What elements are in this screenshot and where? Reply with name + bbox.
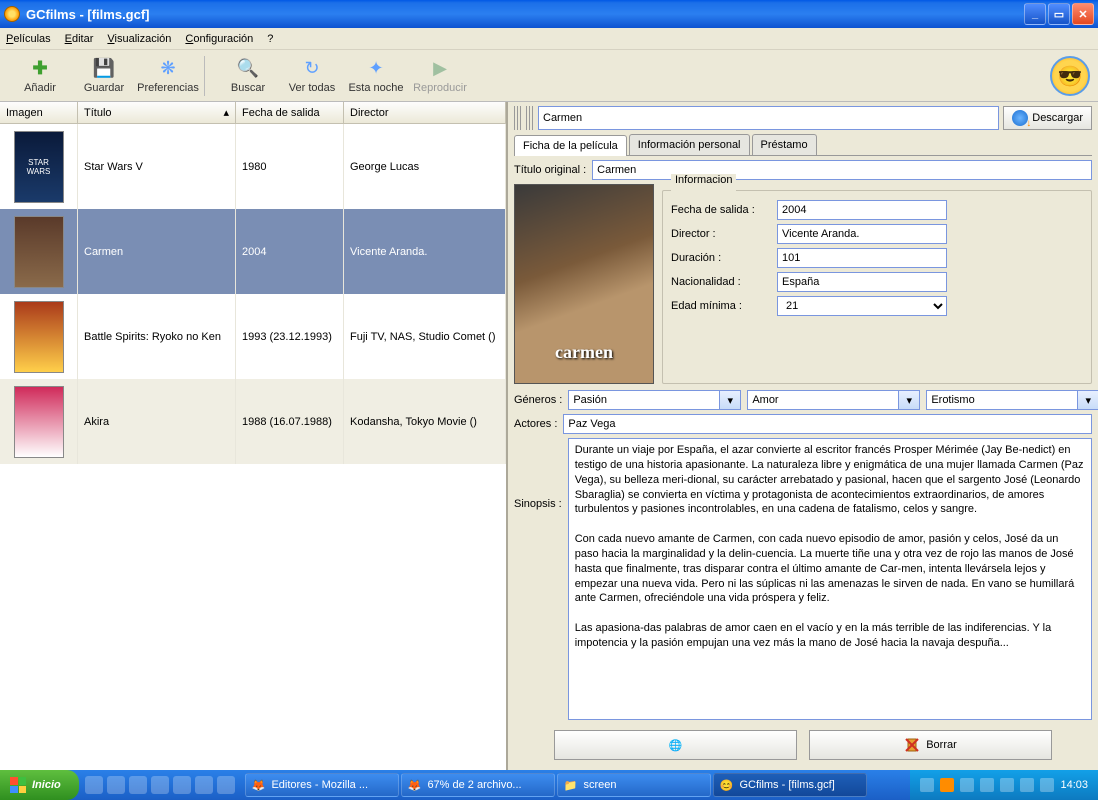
tab-personal[interactable]: Información personal — [629, 134, 750, 155]
table-row[interactable]: Akira 1988 (16.07.1988) Kodansha, Tokyo … — [0, 379, 506, 464]
quick-launch — [79, 776, 241, 794]
director-input[interactable] — [777, 224, 947, 244]
chevron-down-icon[interactable]: ▾ — [1077, 390, 1098, 410]
thumbnail — [14, 386, 64, 458]
col-titulo[interactable]: Título▴ — [78, 102, 236, 123]
label-titulo-original: Título original : — [514, 164, 586, 176]
save-button[interactable]: 💾Guardar — [72, 53, 136, 99]
add-button[interactable]: ✚Añadir — [8, 53, 72, 99]
search-icon: 🔍 — [237, 58, 259, 80]
film-title-input[interactable] — [538, 106, 999, 130]
smiley-icon: 😎 — [1050, 56, 1090, 96]
tray-icon[interactable] — [940, 778, 954, 792]
prefs-button[interactable]: ❋Preferencias — [136, 53, 200, 99]
grip-icon[interactable] — [514, 106, 522, 130]
start-button[interactable]: Inicio — [0, 770, 79, 800]
play-icon: ▶ — [433, 58, 447, 80]
menu-visualizacion[interactable]: Visualización — [107, 33, 171, 45]
tray-icon[interactable] — [1040, 778, 1054, 792]
chevron-down-icon[interactable]: ▾ — [719, 390, 741, 410]
table-row[interactable]: STAR WARS Star Wars V 1980 George Lucas — [0, 124, 506, 209]
close-button[interactable]: ✕ — [1072, 3, 1094, 25]
table-body[interactable]: STAR WARS Star Wars V 1980 George Lucas … — [0, 124, 506, 770]
ql-icon[interactable] — [217, 776, 235, 794]
sort-asc-icon: ▴ — [223, 106, 229, 119]
nacionalidad-input[interactable] — [777, 272, 947, 292]
table-row[interactable]: Carmen 2004 Vicente Aranda. — [0, 209, 506, 294]
maximize-button[interactable]: ▭ — [1048, 3, 1070, 25]
tab-ficha[interactable]: Ficha de la película — [514, 135, 627, 156]
borrar-button[interactable]: Borrar — [809, 730, 1052, 760]
delete-icon — [904, 737, 920, 753]
view-all-button[interactable]: ↻Ver todas — [280, 53, 344, 99]
system-tray: 14:03 — [910, 770, 1098, 800]
titulo-original-input[interactable] — [592, 160, 1092, 180]
tray-icon[interactable] — [960, 778, 974, 792]
search-button[interactable]: 🔍Buscar — [216, 53, 280, 99]
ql-icon[interactable] — [85, 776, 103, 794]
film-list-pane: Imagen Título▴ Fecha de salida Director … — [0, 102, 508, 770]
ql-icon[interactable] — [107, 776, 125, 794]
tonight-button[interactable]: ✦Esta noche — [344, 53, 408, 99]
thumbnail — [14, 301, 64, 373]
edad-select[interactable]: 21 — [777, 296, 947, 316]
web-button[interactable]: 🌐 — [554, 730, 797, 760]
tray-icon[interactable] — [980, 778, 994, 792]
taskbar: Inicio 🦊Editores - Mozilla ... 🦊67% de 2… — [0, 770, 1098, 800]
menu-editar[interactable]: Editar — [65, 33, 94, 45]
menu-bar: Películas Editar Visualización Configura… — [0, 28, 1098, 50]
thumbnail: STAR WARS — [14, 131, 64, 203]
play-button[interactable]: ▶Reproducir — [408, 53, 472, 99]
tab-prestamo[interactable]: Préstamo — [752, 134, 817, 155]
detail-pane: Descargar Ficha de la película Informaci… — [508, 102, 1098, 770]
ql-icon[interactable] — [195, 776, 213, 794]
clock[interactable]: 14:03 — [1060, 779, 1088, 791]
app-icon — [4, 6, 20, 22]
menu-help[interactable]: ? — [267, 33, 273, 45]
genero3-combo[interactable]: ▾ — [926, 390, 1098, 410]
floppy-icon: 💾 — [93, 58, 115, 80]
table-row[interactable]: Battle Spirits: Ryoko no Ken 1993 (23.12… — [0, 294, 506, 379]
tabs: Ficha de la película Información persona… — [514, 134, 1092, 156]
window-titlebar: GCfilms - [films.gcf] _ ▭ ✕ — [0, 0, 1098, 28]
gear-icon: ❋ — [160, 58, 175, 80]
minimize-button[interactable]: _ — [1024, 3, 1046, 25]
download-button[interactable]: Descargar — [1003, 106, 1092, 130]
globe-icon: 🌐 — [669, 739, 683, 752]
tray-icon[interactable] — [920, 778, 934, 792]
grip-icon[interactable] — [526, 106, 534, 130]
globe-download-icon — [1012, 110, 1028, 126]
refresh-icon: ↻ — [304, 58, 319, 80]
genero1-combo[interactable]: ▾ — [568, 390, 741, 410]
menu-configuracion[interactable]: Configuración — [185, 33, 253, 45]
actores-input[interactable] — [563, 414, 1092, 434]
task-item[interactable]: 🦊Editores - Mozilla ... — [245, 773, 399, 797]
toolbar: ✚Añadir 💾Guardar ❋Preferencias 🔍Buscar ↻… — [0, 50, 1098, 102]
tray-icon[interactable] — [1020, 778, 1034, 792]
col-fecha[interactable]: Fecha de salida — [236, 102, 344, 123]
ql-icon[interactable] — [173, 776, 191, 794]
table-header: Imagen Título▴ Fecha de salida Director — [0, 102, 506, 124]
task-item[interactable]: 📁screen — [557, 773, 711, 797]
windows-logo-icon — [10, 777, 26, 793]
tray-icon[interactable] — [1000, 778, 1014, 792]
duracion-input[interactable] — [777, 248, 947, 268]
genero2-combo[interactable]: ▾ — [747, 390, 920, 410]
col-director[interactable]: Director — [344, 102, 506, 123]
info-fieldset: Informacion Fecha de salida : Director :… — [662, 184, 1092, 384]
col-imagen[interactable]: Imagen — [0, 102, 78, 123]
plus-icon: ✚ — [32, 58, 47, 80]
chevron-down-icon[interactable]: ▾ — [898, 390, 920, 410]
fecha-input[interactable] — [777, 200, 947, 220]
sparkle-icon: ✦ — [368, 58, 383, 80]
ql-icon[interactable] — [151, 776, 169, 794]
thumbnail — [14, 216, 64, 288]
task-item[interactable]: 🦊67% de 2 archivo... — [401, 773, 555, 797]
menu-peliculas[interactable]: Películas — [6, 33, 51, 45]
poster-image[interactable]: carmen — [514, 184, 654, 384]
window-title: GCfilms - [films.gcf] — [26, 7, 1024, 22]
ql-icon[interactable] — [129, 776, 147, 794]
task-item[interactable]: 😊GCfilms - [films.gcf] — [713, 773, 867, 797]
sinopsis-textarea[interactable]: Durante un viaje por España, el azar con… — [568, 438, 1092, 720]
